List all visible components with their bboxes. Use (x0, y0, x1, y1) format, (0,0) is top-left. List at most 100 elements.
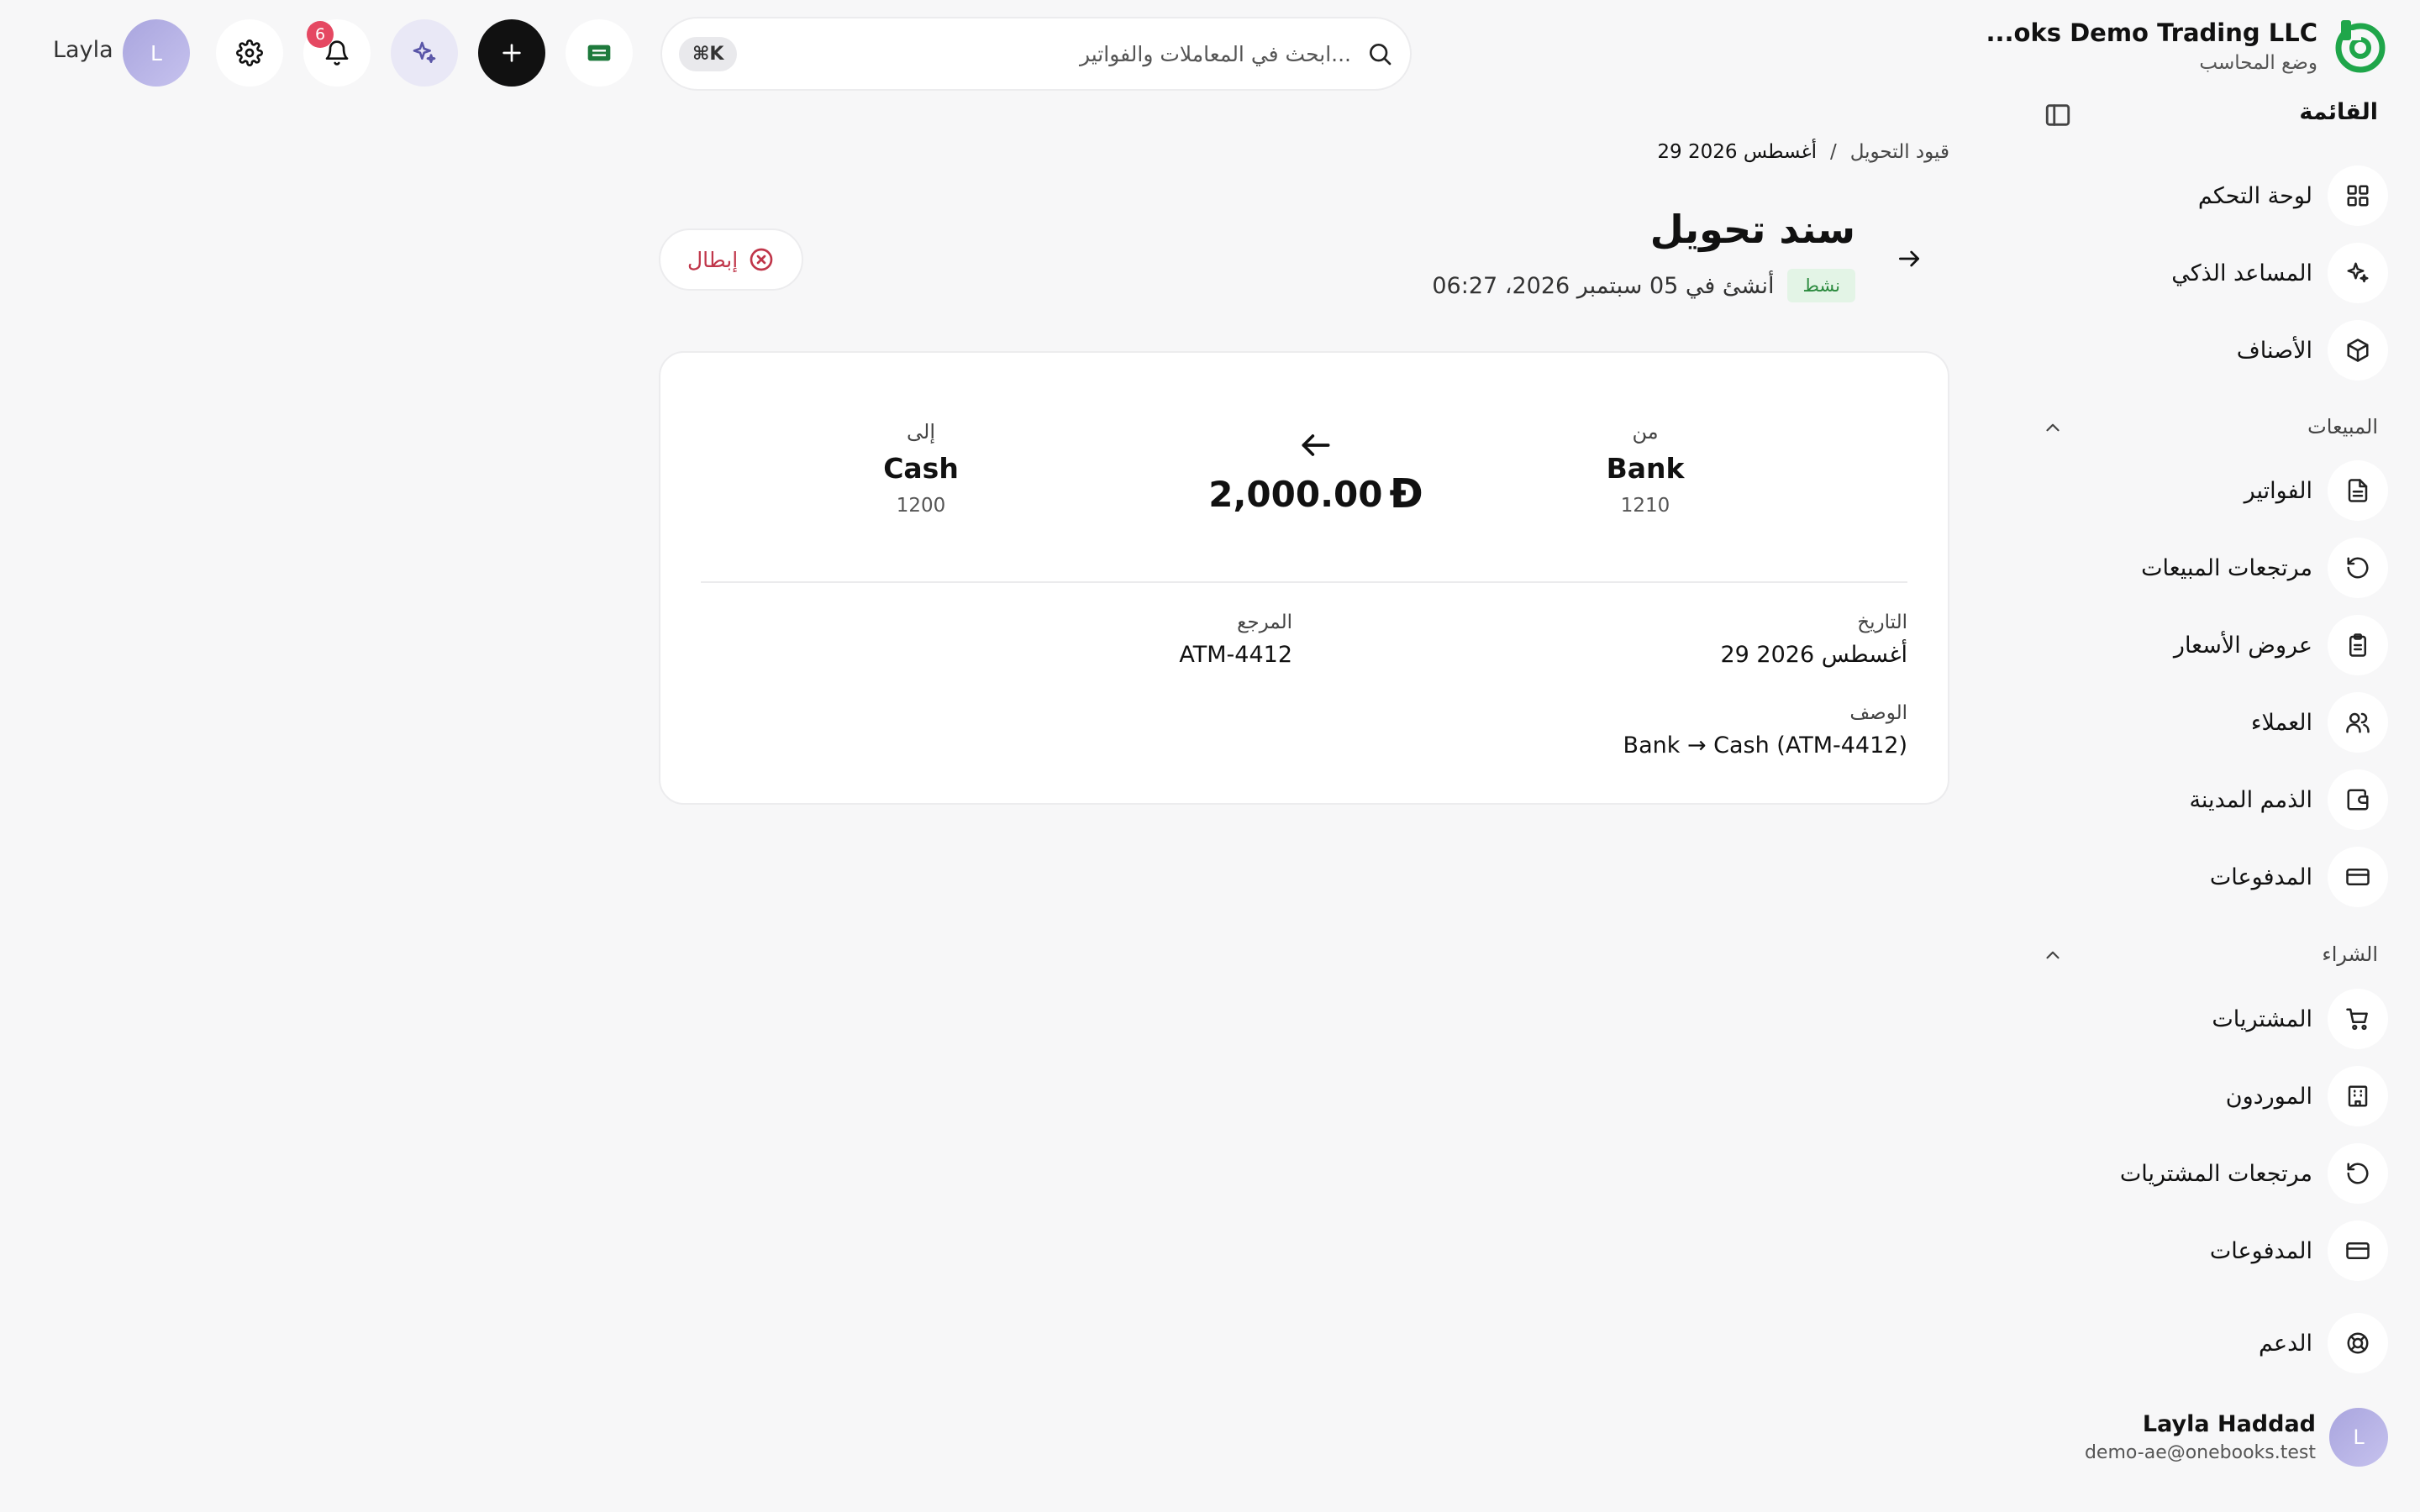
accountant-mode-label: وضع المحاسب (2199, 52, 2317, 74)
sparkles-icon (413, 41, 436, 63)
sparkles-icon (2347, 262, 2369, 283)
brand-logo-icon (2335, 20, 2386, 73)
search-bar[interactable]: ابحث في المعاملات والفواتير... ⌘K (660, 17, 1412, 91)
company-name: ...oks Demo Trading LLC (1986, 18, 2317, 47)
create-new-button[interactable] (478, 19, 545, 87)
sidebar-item-invoices[interactable]: الفواتير (2244, 460, 2388, 521)
wallet-icon (2347, 789, 2369, 811)
keyboard-shortcut: ⌘K (679, 36, 738, 71)
to-account-name: Cash (883, 452, 959, 485)
users-icon (2346, 712, 2370, 733)
menu-title: القائمة (2299, 99, 2378, 125)
sidebar-collapse-icon[interactable] (2044, 101, 2072, 129)
notifications-button[interactable]: 6 (303, 19, 371, 87)
transfer-amount-block: Đ 2,000.00 (1165, 427, 1467, 517)
amount-value: 2,000.00 (1208, 473, 1383, 515)
building-icon (2348, 1085, 2368, 1107)
description-value: Bank → Cash (ATM-4412) (1623, 732, 1907, 759)
dirham-currency-icon: Đ (1389, 470, 1423, 517)
sidebar-item-purchases[interactable]: المشتريات (2212, 989, 2388, 1049)
transfer-amount: Đ 2,000.00 (1165, 470, 1467, 517)
sidebar-item-receivables[interactable]: الذمم المدينة (2189, 769, 2388, 830)
page-meta: نشط أنشئ في 05 سبتمبر 2026، 06:27 (1432, 269, 1855, 302)
undo-icon (2347, 557, 2369, 579)
cart-icon (2346, 1008, 2368, 1031)
sidebar-item-label: مرتجعات المشتريات (2119, 1160, 2312, 1187)
from-account: من Bank 1210 (1511, 420, 1780, 517)
topbar-user-name[interactable]: Layla (53, 37, 113, 63)
user-email: demo-ae@onebooks.test (2084, 1442, 2316, 1463)
sidebar-item-customers[interactable]: العملاء (2251, 692, 2388, 753)
breadcrumb: قيود التحويل / 29 أغسطس 2026 (1657, 141, 1949, 163)
undo-icon (2347, 1163, 2369, 1184)
to-account-code: 1200 (896, 495, 946, 517)
section-sales-title: المبيعات (2307, 415, 2378, 438)
sidebar-item-purchase-payments[interactable]: المدفوعات (2210, 1221, 2388, 1281)
sidebar-item-label: المدفوعات (2209, 864, 2312, 890)
cash-register-button[interactable] (566, 19, 633, 87)
sidebar-item-purchase-returns[interactable]: مرتجعات المشتريات (2120, 1143, 2388, 1204)
card-divider (701, 581, 1907, 583)
void-button[interactable]: إبطال (659, 228, 804, 291)
lifebuoy-icon (2347, 1332, 2369, 1354)
back-arrow-icon[interactable] (1896, 245, 1923, 272)
gear-icon (236, 39, 263, 66)
box-icon (2347, 339, 2369, 362)
sidebar-item-label: الذمم المدينة (2189, 786, 2312, 813)
settings-button[interactable] (216, 19, 283, 87)
date-value: 29 أغسطس 2026 (1720, 642, 1907, 668)
chevron-up-icon[interactable] (2042, 944, 2064, 966)
sidebar-item-label: العملاء (2250, 709, 2312, 736)
sidebar-item-quotes[interactable]: عروض الأسعار (2174, 615, 2388, 675)
arrow-left-icon (1302, 434, 1330, 456)
sidebar-item-items[interactable]: الأصناف (2237, 320, 2388, 381)
breadcrumb-separator: / (1829, 141, 1837, 163)
sidebar: ...oks Demo Trading LLC وضع المحاسب القا… (1986, 0, 2420, 1512)
date-field: التاريخ 29 أغسطس 2026 (1720, 612, 1907, 668)
search-icon (1370, 44, 1392, 66)
void-button-label: إبطال (687, 247, 739, 272)
brand[interactable]: ...oks Demo Trading LLC وضع المحاسب (1986, 18, 2388, 74)
page-title: سند تحويل (1649, 207, 1855, 252)
dashboard-icon (2347, 185, 2369, 207)
ai-assistant-button[interactable] (391, 19, 458, 87)
sidebar-item-label: المشتريات (2212, 1005, 2312, 1032)
sidebar-item-label: الفواتير (2244, 477, 2312, 504)
sidebar-item-sales-payments[interactable]: المدفوعات (2210, 847, 2388, 907)
from-account-name: Bank (1606, 452, 1685, 485)
description-field: الوصف Bank → Cash (ATM-4412) (1623, 702, 1907, 759)
sidebar-item-label: عروض الأسعار (2173, 632, 2312, 659)
transfer-card: من Bank 1210 Đ 2,000.00 إلى Cash 1200 ال… (659, 351, 1949, 805)
avatar: L (2329, 1408, 2388, 1467)
reference-field: المرجع ATM-4412 (1179, 612, 1292, 668)
clipboard-icon (2349, 633, 2366, 657)
sidebar-item-label: مرتجعات المبيعات (2141, 554, 2312, 581)
sidebar-item-label: المساعد الذكي (2171, 260, 2312, 286)
sidebar-item-dashboard[interactable]: لوحة التحكم (2198, 165, 2388, 226)
avatar[interactable]: L (123, 19, 190, 87)
to-label: إلى (907, 420, 935, 444)
card-icon (2346, 869, 2370, 885)
user-name: Layla Haddad (2142, 1411, 2316, 1437)
breadcrumb-parent-link[interactable]: قيود التحويل (1850, 141, 1949, 163)
from-label: من (1632, 420, 1659, 444)
sidebar-item-label: لوحة التحكم (2197, 182, 2312, 209)
created-timestamp: أنشئ في 05 سبتمبر 2026، 06:27 (1432, 272, 1775, 299)
sidebar-item-ai-assistant[interactable]: المساعد الذكي (2171, 243, 2388, 303)
reference-value: ATM-4412 (1179, 642, 1292, 668)
sidebar-item-suppliers[interactable]: الموردون (2226, 1066, 2388, 1126)
banknote-icon (587, 45, 611, 61)
sidebar-item-sales-returns[interactable]: مرتجعات المبيعات (2141, 538, 2388, 598)
description-label: الوصف (1849, 702, 1907, 724)
date-label: التاريخ (1857, 612, 1907, 633)
to-account: إلى Cash 1200 (786, 420, 1055, 517)
reference-label: المرجع (1237, 612, 1292, 633)
from-account-code: 1210 (1620, 495, 1670, 517)
sidebar-item-label: الدعم (2259, 1330, 2312, 1357)
sidebar-user[interactable]: L Layla Haddad demo-ae@onebooks.test (2085, 1408, 2388, 1467)
search-input[interactable]: ابحث في المعاملات والفواتير... (737, 42, 1351, 66)
card-icon (2346, 1242, 2370, 1259)
status-badge: نشط (1787, 269, 1855, 302)
chevron-up-icon[interactable] (2042, 417, 2064, 438)
sidebar-item-support[interactable]: الدعم (2259, 1313, 2388, 1373)
